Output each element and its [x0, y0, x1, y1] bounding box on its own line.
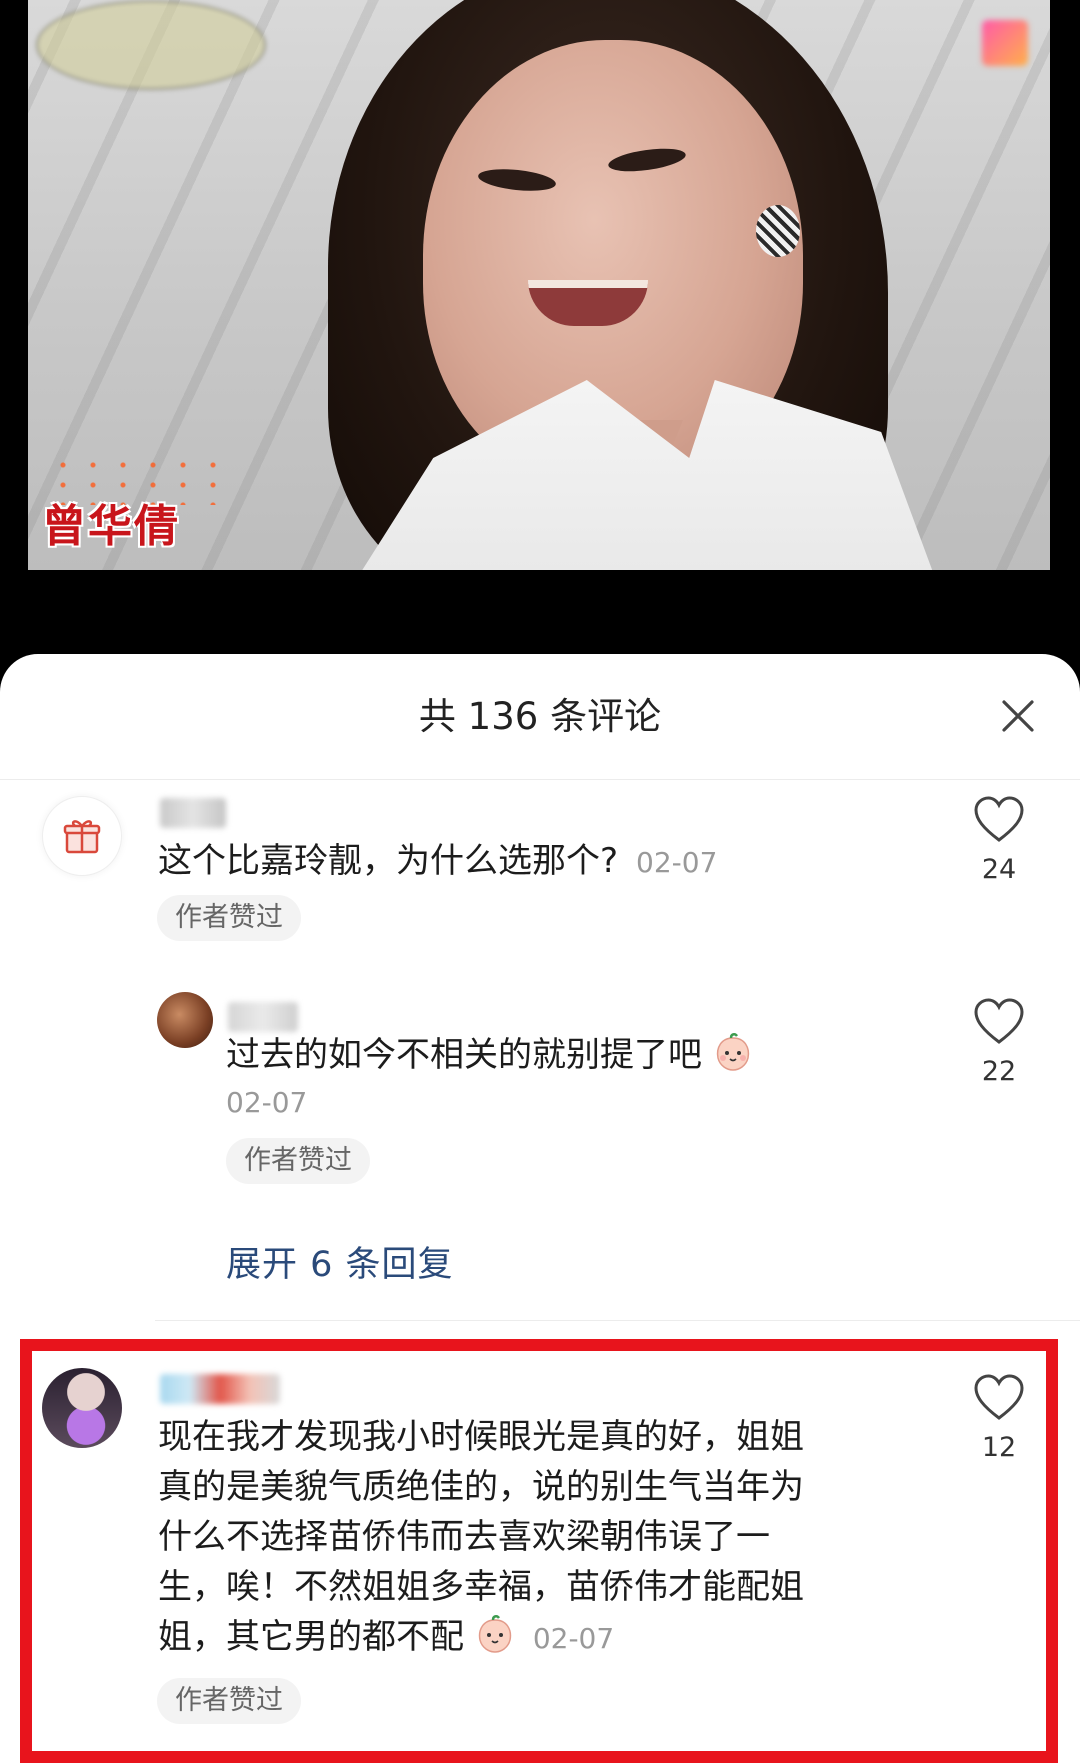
divider	[155, 1320, 1080, 1321]
heart-outline-icon	[974, 796, 1024, 842]
video-subject-earring	[756, 205, 800, 257]
comment-text-line: 姐，其它男的都不配 02-07	[158, 1612, 804, 1664]
blurred-username[interactable]	[160, 1374, 280, 1404]
comment-item: 这个比嘉玲靓，为什么选那个? 02-07 作者赞过 24	[0, 796, 1080, 946]
author-liked-badge: 作者赞过	[157, 895, 301, 941]
comment-count-title: 共 136 条评论	[418, 695, 662, 738]
comment-text-line: 真的是美貌气质绝佳的，说的别生气当年为	[158, 1467, 804, 1507]
comment-time: 02-07	[532, 1622, 615, 1655]
comment-item: 现在我才发现我小时候眼光是真的好，姐姐 真的是美貌气质绝佳的，说的别生气当年为 …	[0, 1366, 1080, 1756]
comment-time: 02-07	[226, 1086, 308, 1119]
video-player[interactable]: 曾华倩	[0, 0, 1080, 660]
comment-text: 过去的如今不相关的就别提了吧	[226, 1035, 702, 1075]
comment-sheet-header: 共 136 条评论	[0, 654, 1080, 780]
close-button[interactable]	[996, 694, 1040, 738]
comment-text: 这个比嘉玲靓，为什么选那个?	[158, 841, 619, 881]
like-count: 22	[981, 1056, 1017, 1087]
comment-time: 02-07	[636, 846, 718, 879]
gift-icon	[63, 820, 101, 854]
video-frame: 曾华倩	[28, 0, 1050, 570]
like-count: 12	[981, 1432, 1017, 1463]
like-button[interactable]: 24	[964, 796, 1034, 885]
heart-outline-icon	[974, 998, 1024, 1044]
blurred-username[interactable]	[160, 798, 226, 828]
blurred-username[interactable]	[228, 1002, 298, 1032]
like-button[interactable]: 12	[964, 1374, 1034, 1463]
comment-body: 现在我才发现我小时候眼光是真的好，姐姐 真的是美貌气质绝佳的，说的别生气当年为 …	[158, 1412, 804, 1664]
comment-body: 过去的如今不相关的就别提了吧	[226, 1030, 753, 1080]
avatar[interactable]	[42, 1368, 122, 1448]
blurred-watermark-logo	[36, 0, 266, 90]
author-liked-badge: 作者赞过	[157, 1678, 301, 1724]
reply-item: 过去的如今不相关的就别提了吧 02-07 作者赞过 22	[0, 992, 1080, 1192]
comment-text: 姐，其它男的都不配	[158, 1617, 464, 1657]
like-count: 24	[981, 854, 1017, 885]
comment-body: 这个比嘉玲靓，为什么选那个? 02-07	[158, 836, 717, 888]
comment-sheet: 共 136 条评论 这个比嘉玲靓，为什么选那个? 02-07 作者赞过 24 过…	[0, 654, 1080, 1763]
close-icon	[1002, 700, 1034, 732]
author-liked-badge: 作者赞过	[226, 1138, 370, 1184]
expand-replies-link[interactable]: 展开 6 条回复	[226, 1236, 454, 1287]
peach-face-emoji-icon	[478, 1615, 511, 1653]
video-caption: 曾华倩	[42, 501, 180, 552]
blurred-corner-logo	[982, 20, 1028, 66]
comment-text-line: 生，唉！不然姐姐多幸福，苗侨伟才能配姐	[158, 1567, 804, 1607]
comment-text-line: 现在我才发现我小时候眼光是真的好，姐姐	[158, 1417, 804, 1457]
heart-outline-icon	[974, 1374, 1024, 1420]
avatar[interactable]	[157, 992, 213, 1048]
avatar[interactable]	[42, 796, 122, 876]
like-button[interactable]: 22	[964, 998, 1034, 1087]
comment-text-line: 什么不选择苗侨伟而去喜欢梁朝伟误了一	[158, 1517, 770, 1557]
peach-face-emoji-icon	[716, 1033, 749, 1071]
